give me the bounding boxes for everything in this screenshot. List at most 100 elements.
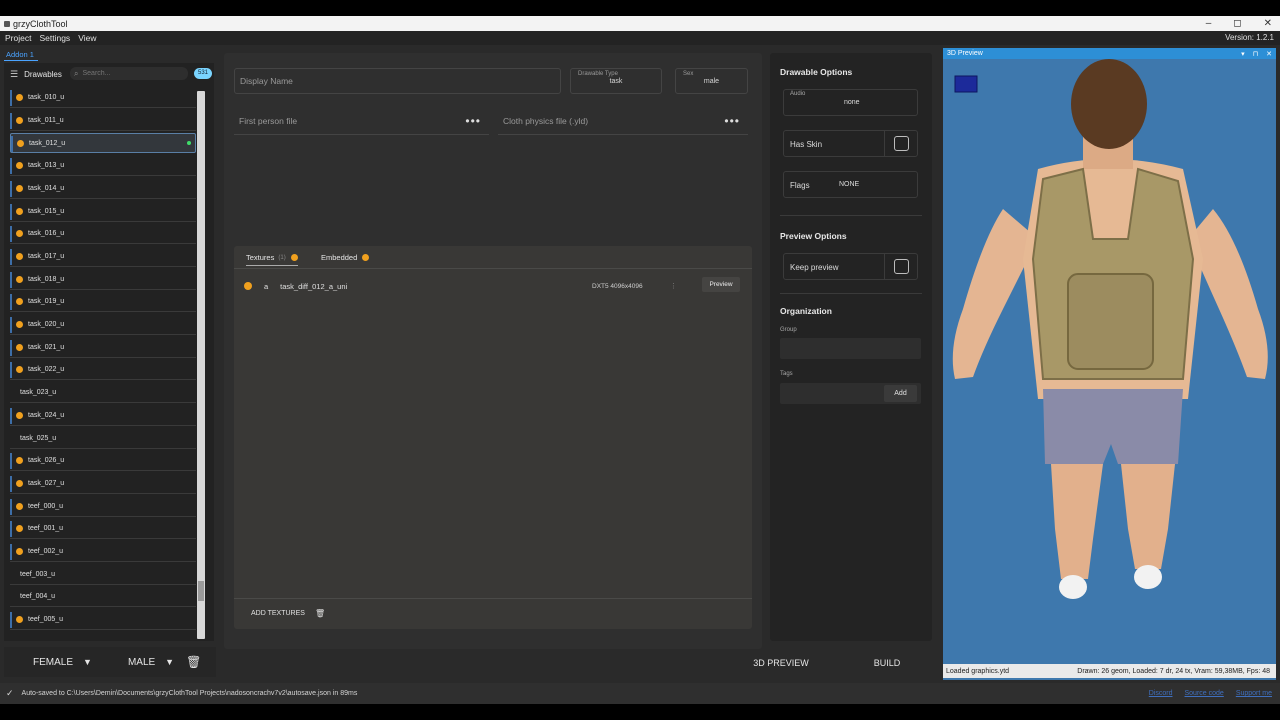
cloth-physics-placeholder: Cloth physics file (.yld) <box>503 116 589 126</box>
list-item[interactable]: task_013_u <box>10 156 196 177</box>
group-input[interactable] <box>780 338 921 359</box>
trash-icon[interactable]: 🗑 <box>186 655 201 669</box>
list-item[interactable]: task_026_u <box>10 451 196 472</box>
cloth-physics-file-field[interactable]: Cloth physics file (.yld) ••• <box>498 109 748 135</box>
menu-view[interactable]: View <box>78 33 96 43</box>
texture-preview-button[interactable]: Preview <box>702 277 740 292</box>
has-skin-checkbox[interactable] <box>894 136 909 151</box>
list-item[interactable]: task_023_u <box>10 383 196 404</box>
list-item[interactable]: task_027_u <box>10 474 196 494</box>
list-item[interactable]: task_014_u <box>10 179 196 199</box>
left-shoe <box>1059 575 1087 599</box>
list-item[interactable]: task_015_u <box>10 202 196 222</box>
divider <box>780 293 922 294</box>
display-name-field[interactable]: Display Name <box>234 68 561 94</box>
list-item[interactable]: task_022_u <box>10 360 196 381</box>
tab-addon-1[interactable]: Addon 1 <box>4 50 38 61</box>
trash-icon[interactable]: 🗑 <box>315 609 325 618</box>
preview-title: 3D Preview <box>947 50 983 57</box>
list-item[interactable]: teef_000_u <box>10 497 196 517</box>
warning-icon <box>16 94 23 101</box>
list-item[interactable]: task_018_u <box>10 270 196 290</box>
menu-settings[interactable]: Settings <box>39 33 70 43</box>
source-code-link[interactable]: Source code <box>1185 690 1224 697</box>
3d-model-viewport[interactable] <box>943 59 1276 680</box>
list-item[interactable]: task_025_u <box>10 429 196 449</box>
support-me-link[interactable]: Support me <box>1236 690 1272 697</box>
sidebar-scrollbar[interactable] <box>197 91 205 639</box>
close-icon[interactable]: ✕ <box>1266 50 1272 58</box>
warning-icon <box>362 254 370 261</box>
preview-menu-icon[interactable]: ▾ <box>1241 50 1245 58</box>
scrollbar-thumb[interactable] <box>198 581 204 601</box>
organization-heading: Organization <box>780 306 832 316</box>
divider <box>884 131 885 156</box>
display-name-placeholder: Display Name <box>240 76 293 86</box>
minimize-button[interactable]: – <box>1206 18 1212 29</box>
warning-icon <box>16 116 23 124</box>
discord-link[interactable]: Discord <box>1149 690 1173 697</box>
list-item-accent <box>10 90 12 106</box>
close-button[interactable]: ✕ <box>1264 18 1272 29</box>
preview-status-right: Drawn: 26 geom, Loaded: 7 dr, 24 tx, Vra… <box>1077 667 1270 675</box>
warning-icon <box>16 616 23 624</box>
3d-preview-button[interactable]: 3D PREVIEW <box>742 655 820 672</box>
browse-first-person-button[interactable]: ••• <box>465 114 481 128</box>
flags-label: Flags <box>790 181 810 190</box>
list-item[interactable]: teef_005_u <box>10 610 196 631</box>
list-item-label: task_026_u <box>28 457 65 465</box>
search-box[interactable]: ⌕ <box>70 67 188 80</box>
keep-preview-checkbox[interactable] <box>894 259 909 274</box>
right-arm <box>1188 209 1268 379</box>
tab-embedded[interactable]: Embedded <box>321 253 370 262</box>
list-item[interactable]: task_011_u <box>10 111 196 131</box>
list-item[interactable]: teef_003_u <box>10 565 196 585</box>
audio-select[interactable]: Audio none <box>783 89 918 116</box>
left-leg <box>1051 464 1103 579</box>
browse-cloth-physics-button[interactable]: ••• <box>724 114 740 128</box>
list-item[interactable]: task_020_u <box>10 315 196 335</box>
list-item[interactable]: teef_001_u <box>10 519 196 540</box>
list-item[interactable]: task_019_u <box>10 292 196 313</box>
build-button[interactable]: BUILD <box>860 655 914 672</box>
tab-textures[interactable]: Textures (1) <box>246 253 298 266</box>
sex-value: male <box>703 78 720 85</box>
add-tag-button[interactable]: Add <box>884 385 917 402</box>
list-item[interactable]: task_010_u <box>10 88 196 108</box>
3d-preview-window[interactable]: 3D Preview ▾ ⊓ ✕ <box>943 48 1276 680</box>
add-textures-button[interactable]: ADD TEXTURES <box>251 610 305 617</box>
texture-letter: a <box>264 281 269 291</box>
menu-project[interactable]: Project <box>5 33 31 43</box>
texture-format: DXT5 4096x4096 <box>592 282 643 290</box>
list-item[interactable]: teef_002_u <box>10 542 196 562</box>
texture-option-marker: ⋮ <box>670 283 677 290</box>
preview-titlebar: 3D Preview ▾ ⊓ ✕ <box>943 48 1276 59</box>
female-dropdown[interactable]: FEMALE ▼ <box>33 657 92 668</box>
pin-icon[interactable]: ⊓ <box>1253 50 1258 58</box>
flags-select[interactable]: Flags NONE <box>783 171 918 198</box>
list-item-accent <box>10 453 12 470</box>
list-item-label: task_018_u <box>28 275 65 283</box>
list-item-label: task_014_u <box>28 184 65 192</box>
list-item-label: task_013_u <box>28 162 65 170</box>
sex-select[interactable]: Sex male <box>675 68 748 94</box>
male-dropdown[interactable]: MALE ▼ <box>128 657 174 668</box>
maximize-button[interactable]: ◻ <box>1233 18 1241 29</box>
list-item[interactable]: task_012_u <box>10 133 196 154</box>
list-item[interactable]: task_024_u <box>10 406 196 426</box>
left-arm <box>952 209 1038 379</box>
letterbox-top <box>0 0 1280 16</box>
first-person-file-field[interactable]: First person file ••• <box>234 109 489 135</box>
list-item[interactable]: task_017_u <box>10 247 196 267</box>
preview-status-left: Loaded graphics.ytd <box>946 667 1010 675</box>
texture-row[interactable]: a task_diff_012_a_uni DXT5 4096x4096 ⋮ P… <box>244 277 740 293</box>
warning-icon <box>16 525 23 533</box>
list-item-label: teef_002_u <box>28 548 64 555</box>
search-input[interactable] <box>82 70 173 77</box>
list-item[interactable]: teef_004_u <box>10 587 196 608</box>
sidebar-title: Drawables <box>24 69 62 79</box>
status-bar: ✓ Auto-saved to C:\Users\Demin\Documents… <box>0 683 1280 704</box>
drawable-type-select[interactable]: Drawable Type task <box>570 68 662 94</box>
list-item[interactable]: task_016_u <box>10 224 196 245</box>
list-item[interactable]: task_021_u <box>10 338 196 358</box>
